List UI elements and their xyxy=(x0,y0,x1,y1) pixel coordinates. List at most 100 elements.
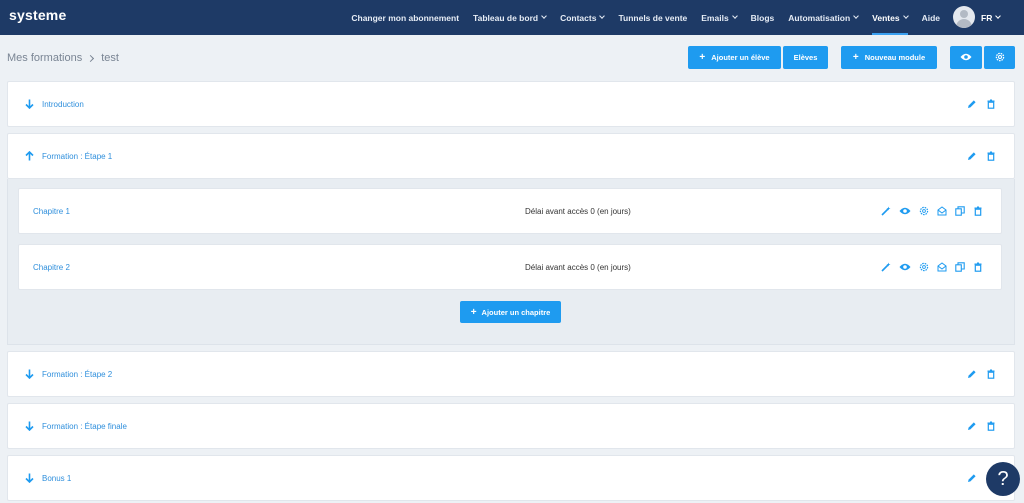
chevron-right-icon xyxy=(87,54,95,62)
help-icon: ? xyxy=(997,467,1009,490)
chevron-down-icon xyxy=(853,13,860,19)
module-actions xyxy=(967,369,996,379)
chapter-title[interactable]: Chapitre 2 xyxy=(33,263,70,272)
nav-item-label: Emails xyxy=(701,12,729,23)
pencil-icon[interactable] xyxy=(967,473,977,483)
module-title-label: Introduction xyxy=(42,99,84,109)
nav-item-contacts[interactable]: Contacts xyxy=(560,0,606,35)
pencil-icon[interactable] xyxy=(967,369,977,379)
nav-item-label: Automatisation xyxy=(788,12,851,23)
eye-icon[interactable] xyxy=(899,206,911,216)
plus-icon: + xyxy=(852,52,859,63)
module-title-label: Formation : Étape 1 xyxy=(42,151,113,161)
module-panel: Formation : Étape 1 xyxy=(7,133,1015,179)
module-actions xyxy=(967,421,996,431)
module-title-label: Bonus 1 xyxy=(42,473,72,483)
pencil-icon[interactable] xyxy=(967,99,977,109)
plus-icon: + xyxy=(470,306,477,318)
chevron-down-icon xyxy=(731,13,738,19)
nav-item-tunnels-de-vente[interactable]: Tunnels de vente xyxy=(618,0,687,35)
module-actions xyxy=(967,99,996,109)
nav-item-aide[interactable]: Aide xyxy=(922,0,940,35)
module-actions xyxy=(967,151,996,161)
email-icon[interactable] xyxy=(937,262,947,272)
arrow-up-icon[interactable] xyxy=(25,151,34,161)
nav-item-blogs[interactable]: Blogs xyxy=(751,0,775,35)
module-title[interactable]: Formation : Étape 1 xyxy=(25,151,112,161)
nav-item-emails[interactable]: Emails xyxy=(701,0,738,35)
add-chapter-button[interactable]: + Ajouter un chapitre xyxy=(460,301,561,323)
module-title[interactable]: Bonus 1 xyxy=(25,473,71,483)
chapter-row: Chapitre 2 Délai avant accès 0 (en jours… xyxy=(18,244,1002,290)
chapter-title[interactable]: Chapitre 1 xyxy=(33,207,70,216)
button-label: Elèves xyxy=(793,53,818,62)
arrow-down-icon[interactable] xyxy=(25,99,34,109)
user-avatar[interactable] xyxy=(953,6,975,28)
chevron-down-icon xyxy=(599,13,606,19)
button-label: Ajouter un chapitre xyxy=(481,307,551,317)
chapter-actions xyxy=(881,206,991,216)
trash-icon[interactable] xyxy=(986,99,996,109)
help-button[interactable]: ? xyxy=(986,462,1020,496)
students-button[interactable]: Elèves xyxy=(783,46,828,69)
nav-item-label: Blogs xyxy=(750,12,775,23)
nav-item-label: Tunnels de vente xyxy=(618,12,688,23)
module-title[interactable]: Introduction xyxy=(25,99,84,109)
nav-item-ventes[interactable]: Ventes xyxy=(872,0,909,35)
pencil-icon[interactable] xyxy=(967,421,977,431)
chevron-down-icon xyxy=(541,13,547,19)
pencil-icon[interactable] xyxy=(967,151,977,161)
gear-icon xyxy=(995,52,1005,64)
copy-icon[interactable] xyxy=(955,262,965,272)
module-panel: Formation : Étape 2 xyxy=(7,351,1015,397)
copy-icon[interactable] xyxy=(955,206,965,216)
trash-icon[interactable] xyxy=(986,369,996,379)
preview-button[interactable] xyxy=(950,46,982,69)
chevron-down-icon xyxy=(995,13,1002,19)
arrow-down-icon[interactable] xyxy=(25,369,34,379)
new-module-button[interactable]: + Nouveau module xyxy=(841,46,937,69)
arrow-down-icon[interactable] xyxy=(25,473,34,483)
trash-icon[interactable] xyxy=(986,421,996,431)
nav-item-label: Ventes xyxy=(872,12,900,23)
add-student-button[interactable]: + Ajouter un élève xyxy=(688,46,781,69)
chapter-delay: Délai avant accès 0 (en jours) xyxy=(525,263,631,272)
gear-icon[interactable] xyxy=(919,206,929,216)
breadcrumb-current: test xyxy=(101,52,119,64)
button-label: Nouveau module xyxy=(864,53,926,62)
breadcrumb: Mes formations test xyxy=(7,52,119,64)
nav-item-tableau-de-bord[interactable]: Tableau de bord xyxy=(473,0,547,35)
email-icon[interactable] xyxy=(937,206,947,216)
breadcrumb-parent[interactable]: Mes formations xyxy=(7,52,82,64)
nav-item-label: Aide xyxy=(921,12,940,23)
chapter-actions xyxy=(881,262,991,272)
module-panel: Bonus 1 xyxy=(7,455,1015,501)
settings-button[interactable] xyxy=(984,46,1015,69)
gear-icon[interactable] xyxy=(919,262,929,272)
nav-item-label: Tableau de bord xyxy=(473,12,539,23)
module-title[interactable]: Formation : Étape finale xyxy=(25,421,127,431)
trash-icon[interactable] xyxy=(973,262,983,272)
eye-icon[interactable] xyxy=(899,262,911,272)
language-label: FR xyxy=(981,12,993,23)
nav-item-automatisation[interactable]: Automatisation xyxy=(788,0,860,35)
language-selector[interactable]: FR xyxy=(981,0,1002,35)
trash-icon[interactable] xyxy=(986,151,996,161)
magic-wand-icon[interactable] xyxy=(881,262,891,272)
chapter-row: Chapitre 1 Délai avant accès 0 (en jours… xyxy=(18,188,1002,234)
app-logo[interactable]: systeme xyxy=(9,7,66,23)
nav-item-label: Changer mon abonnement xyxy=(351,12,460,23)
eye-icon xyxy=(960,53,972,63)
plus-icon: + xyxy=(699,52,706,63)
module-title[interactable]: Formation : Étape 2 xyxy=(25,369,112,379)
main-nav: Changer mon abonnement Tableau de bord C… xyxy=(337,0,940,35)
top-navbar: systeme Changer mon abonnement Tableau d… xyxy=(0,0,1024,35)
magic-wand-icon[interactable] xyxy=(881,206,891,216)
nav-item-changer-abonnement[interactable]: Changer mon abonnement xyxy=(351,0,459,35)
module-title-label: Formation : Étape finale xyxy=(42,421,127,431)
trash-icon[interactable] xyxy=(973,206,983,216)
chevron-down-icon xyxy=(902,13,909,19)
button-label: Ajouter un élève xyxy=(711,53,770,62)
arrow-down-icon[interactable] xyxy=(25,421,34,431)
module-title-label: Formation : Étape 2 xyxy=(42,369,113,379)
